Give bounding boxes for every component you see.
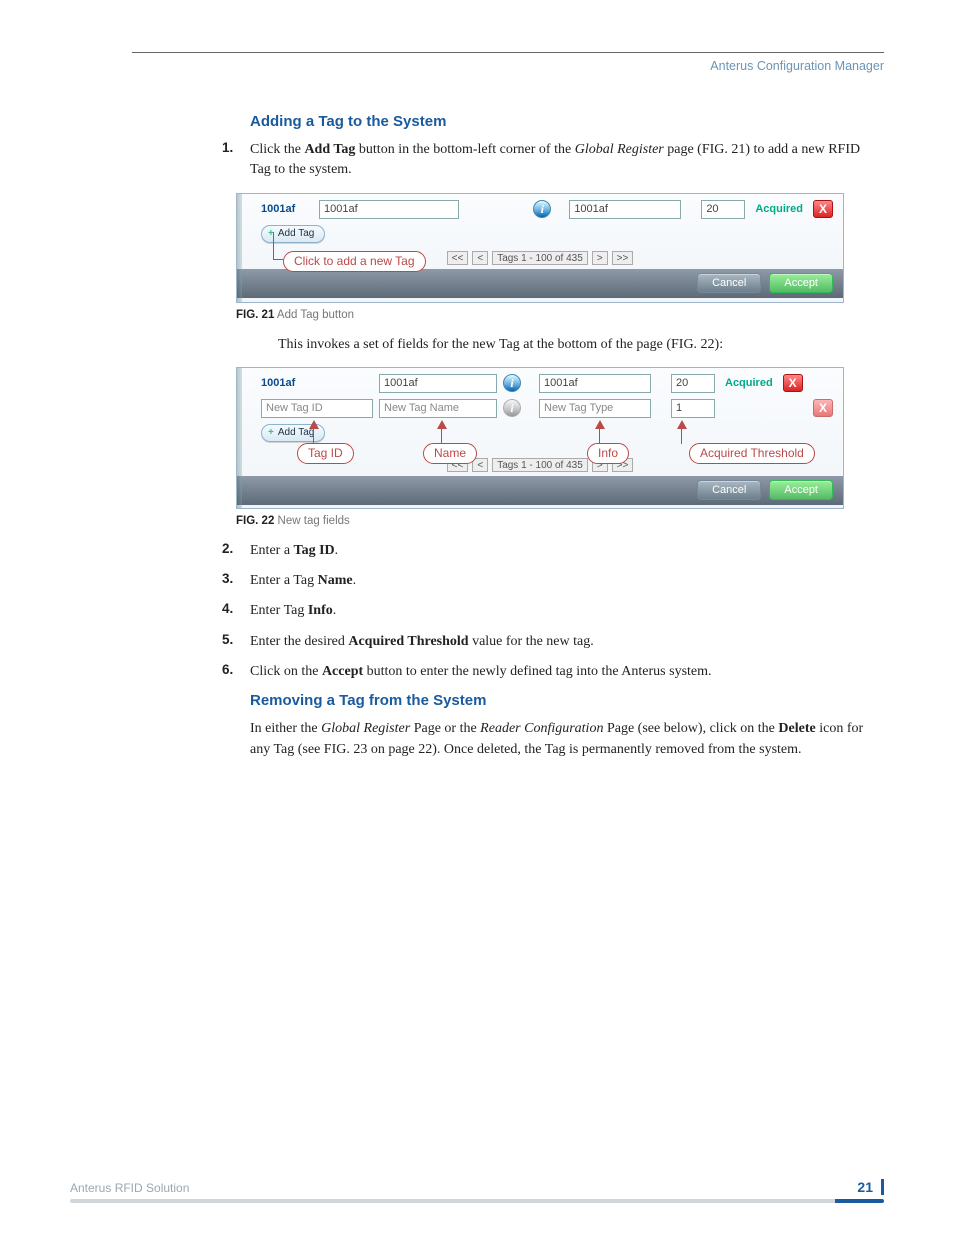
step-text: Enter Tag Info. [250,601,336,621]
info-icon: i [503,399,521,417]
step-text: Enter a Tag Name. [250,571,356,591]
step-number: 3. [222,571,250,586]
callout-tag-id: Tag ID [297,443,354,464]
delete-icon[interactable]: X [813,399,833,417]
step-number: 4. [222,601,250,616]
step-number: 5. [222,632,250,647]
cancel-button[interactable]: Cancel [697,273,761,293]
step-text: Enter a Tag ID. [250,541,338,561]
new-tag-name-input[interactable]: New Tag Name [379,399,497,418]
paragraph-invokes: This invokes a set of fields for the new… [278,335,884,355]
section-title-remove: Removing a Tag from the System [250,692,884,709]
step-text: Enter the desired Acquired Threshold val… [250,632,594,652]
callout-name: Name [423,443,477,464]
new-threshold-input[interactable]: 1 [671,399,715,418]
new-tag-type-input[interactable]: New Tag Type [539,399,651,418]
step-number: 2. [222,541,250,556]
tag-name-input[interactable]: 1001af [379,374,497,393]
new-tag-id-input[interactable]: New Tag ID [261,399,373,418]
delete-icon[interactable]: X [813,200,833,218]
footer-left: Anterus RFID Solution [70,1181,189,1195]
tag-name-input[interactable]: 1001af [319,200,459,219]
page-footer: Anterus RFID Solution 21 [70,1179,884,1195]
acquired-label: Acquired [725,377,773,389]
callout-info: Info [587,443,629,464]
tag-info-input[interactable]: 1001af [539,374,651,393]
tag-info-input[interactable]: 1001af [569,200,681,219]
acquired-label: Acquired [755,203,803,215]
fig21-caption: FIG. 21 Add Tag button [236,309,884,321]
section-title-add: Adding a Tag to the System [250,113,884,130]
threshold-input[interactable]: 20 [671,374,715,393]
cancel-button[interactable]: Cancel [697,480,761,500]
threshold-input[interactable]: 20 [701,200,745,219]
info-icon[interactable]: i [533,200,551,218]
callout-add-tag: Click to add a new Tag [283,251,426,272]
page-number: 21 [857,1179,884,1195]
add-tag-button[interactable]: +Add Tag [261,225,325,243]
delete-icon[interactable]: X [783,374,803,392]
figure-22: 1001af 1001af i 1001af 20 Acquired X New… [236,367,844,509]
figure-21: 1001af 1001af i 1001af 20 Acquired X +Ad… [236,193,844,303]
remove-paragraph: In either the Global Register Page or th… [250,719,884,760]
tag-id-label: 1001af [261,377,373,389]
header-breadcrumb: Anterus Configuration Manager [132,59,884,73]
accept-button[interactable]: Accept [769,273,833,293]
fig22-caption: FIG. 22 New tag fields [236,515,884,527]
callout-acquired-threshold: Acquired Threshold [689,443,815,464]
step-text: Click the Add Tag button in the bottom-l… [250,140,884,181]
accept-button[interactable]: Accept [769,480,833,500]
step-text: Click on the Accept button to enter the … [250,662,712,682]
step-number: 1. [222,140,250,155]
step-number: 6. [222,662,250,677]
tag-id-label: 1001af [261,203,313,215]
info-icon[interactable]: i [503,374,521,392]
